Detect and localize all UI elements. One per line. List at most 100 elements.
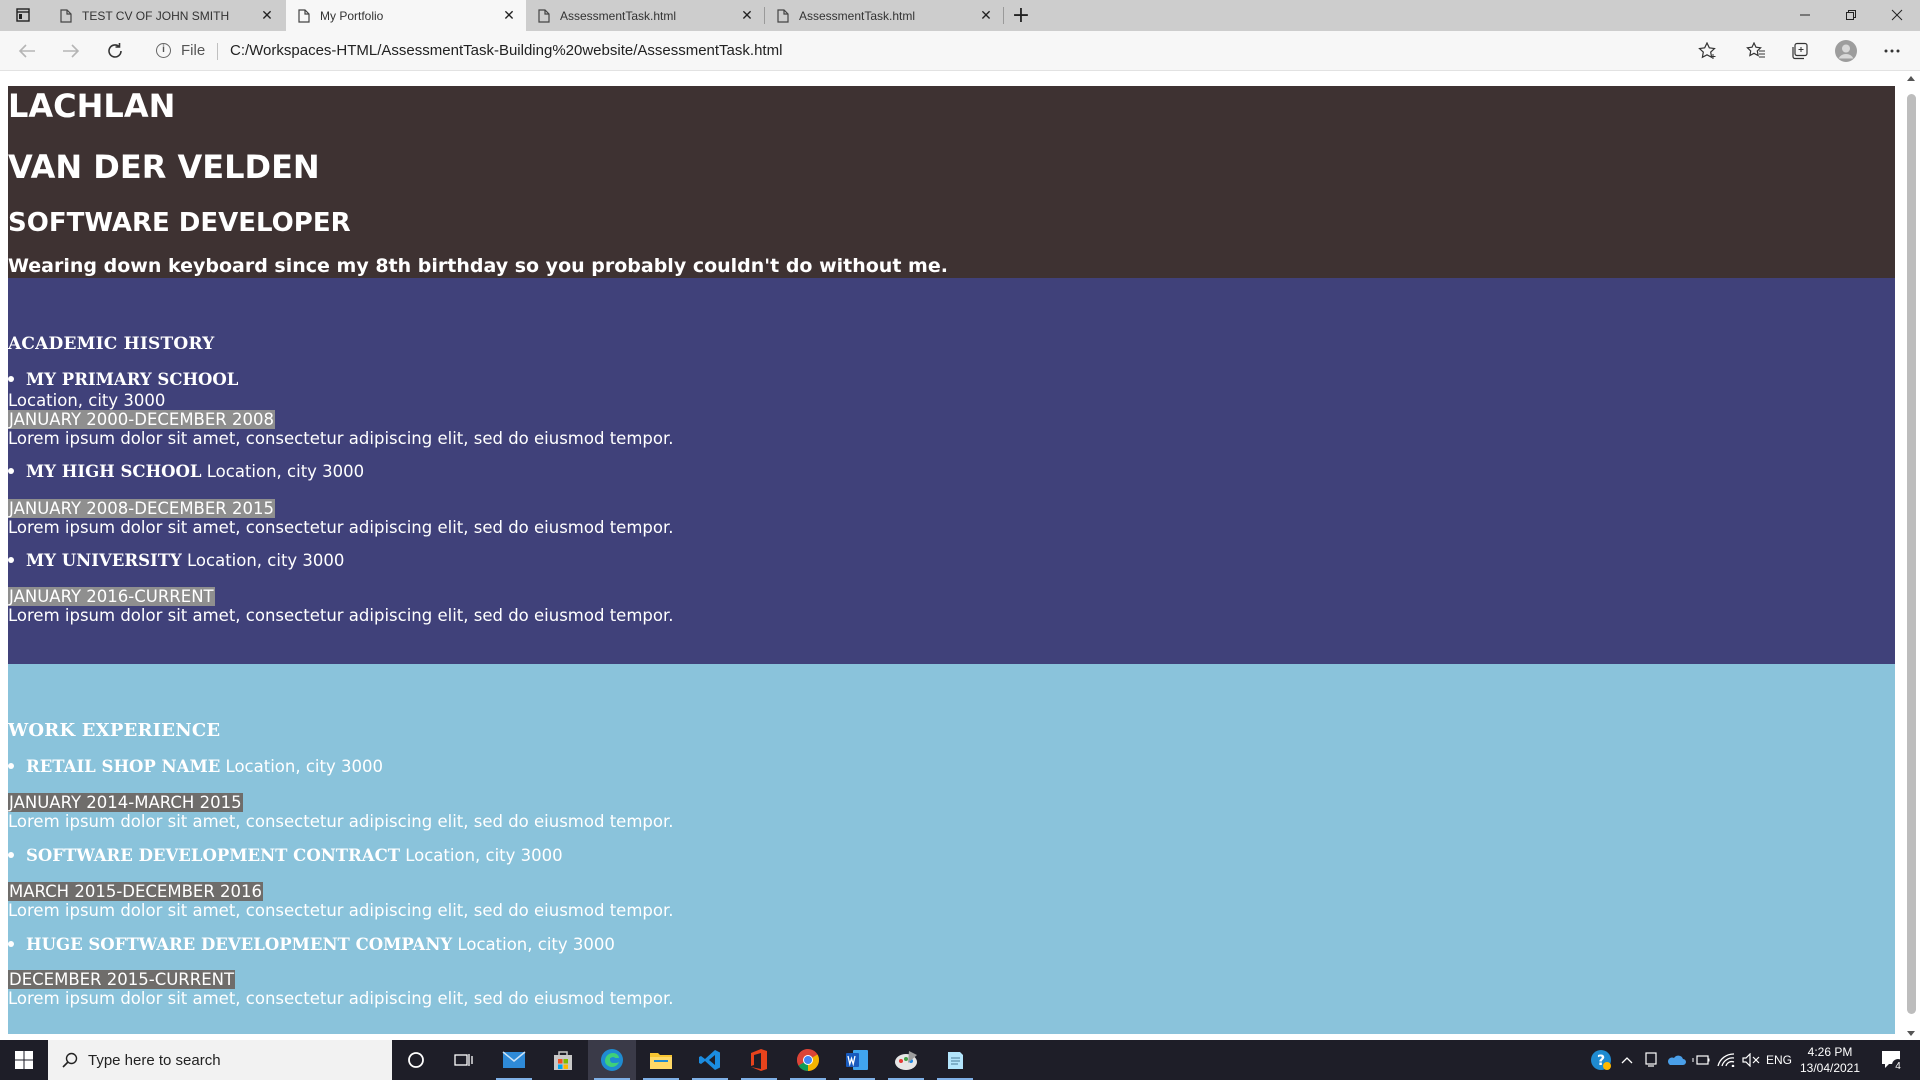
date-range: DECEMBER 2015-CURRENT [8,970,236,989]
bullet-icon [8,941,14,947]
tab-test-cv[interactable]: TEST CV OF JOHN SMITH ✕ [48,0,284,31]
word-icon[interactable] [833,1040,881,1080]
description-text: Lorem ipsum dolor sit amet, consectetur … [8,606,674,625]
volume-muted-icon[interactable] [1740,1040,1762,1080]
refresh-icon [108,43,122,58]
location-text: Location, city 3000 [405,846,563,865]
bullet-icon [8,763,14,769]
taskbar-search-input[interactable]: Type here to search [48,1040,392,1080]
tab-my-portfolio[interactable]: My Portfolio ✕ [286,0,526,31]
tagline: Wearing down keyboard since my 8th birth… [8,255,948,277]
close-tab-icon[interactable]: ✕ [975,7,997,24]
tab-assessment-task-1[interactable]: AssessmentTask.html ✕ [526,0,764,31]
date-range: JANUARY 2008-DECEMBER 2015 [8,499,276,518]
vertical-scrollbar[interactable] [1903,72,1920,1040]
description-text: Lorem ipsum dolor sit amet, consectetur … [8,812,674,831]
bullet-icon [8,468,14,474]
date-range: JANUARY 2000-DECEMBER 2008 [8,410,276,429]
refresh-button[interactable] [100,37,130,65]
forward-button[interactable] [56,37,86,65]
restore-button[interactable] [1828,0,1874,30]
work-experience-section: WORK EXPERIENCE RETAIL SHOP NAME Locatio… [8,664,1895,1034]
page-icon [538,8,550,23]
star-add-icon [1698,42,1716,59]
location-text: Location, city 3000 [206,462,365,481]
location-text: Location, city 3000 [187,551,345,570]
site-info-button[interactable]: i File [156,42,205,59]
close-tab-icon[interactable]: ✕ [736,7,758,24]
favorites-button[interactable] [1742,38,1770,64]
company-name: RETAIL SHOP NAME [26,757,221,776]
list-item: RETAIL SHOP NAME Location, city 3000 [8,757,383,777]
minimize-icon [1800,14,1810,16]
tab-separator [1003,7,1004,24]
location-text: Location, city 3000 [457,935,615,954]
new-tab-button[interactable]: + [1008,3,1034,29]
device-icon[interactable] [1640,1040,1662,1080]
close-window-button[interactable] [1874,0,1920,30]
school-name: MY PRIMARY SCHOOL [26,370,239,389]
action-center-button[interactable]: 4 [1872,1040,1912,1080]
last-name-heading: VAN DER VELDEN [8,148,320,186]
paint-icon[interactable] [882,1040,930,1080]
description-text: Lorem ipsum dolor sit amet, consectetur … [8,989,674,1008]
page-icon [777,8,789,23]
mail-icon[interactable] [490,1040,538,1080]
search-icon [62,1052,78,1068]
close-tab-icon[interactable]: ✕ [498,7,520,24]
tab-title: TEST CV OF JOHN SMITH [82,8,230,23]
notification-count: 4 [1895,1061,1901,1071]
show-hidden-icons-icon[interactable] [1616,1040,1638,1080]
store-icon[interactable] [539,1040,587,1080]
chrome-icon[interactable] [784,1040,832,1080]
notepad-icon[interactable] [931,1040,979,1080]
tab-title: My Portfolio [320,8,384,23]
vscode-icon[interactable] [686,1040,734,1080]
bullet-icon [8,557,14,563]
tab-assessment-task-2[interactable]: AssessmentTask.html ✕ [765,0,1003,31]
windows-logo-icon [15,1051,33,1069]
file-explorer-icon[interactable] [637,1040,685,1080]
scroll-down-icon[interactable] [1907,1031,1915,1036]
arrow-left-icon [18,44,35,58]
collections-button[interactable] [1786,38,1814,64]
url-field[interactable]: C:/Workspaces-HTML/AssessmentTask-Buildi… [230,42,782,59]
school-name: MY HIGH SCHOOL [26,462,202,481]
bullet-icon [8,852,14,858]
page-viewport: LACHLAN VAN DER VELDEN SOFTWARE DEVELOPE… [0,72,1920,1040]
tab-actions-icon[interactable] [10,5,36,25]
onedrive-icon[interactable] [1664,1040,1688,1080]
wifi-icon[interactable] [1714,1040,1738,1080]
scrollbar-thumb[interactable] [1907,94,1916,1014]
clock[interactable]: 4:26 PM 13/04/2021 [1790,1044,1870,1076]
settings-more-button[interactable] [1878,38,1906,64]
list-item: MY HIGH SCHOOL Location, city 3000 [8,462,364,482]
location-text: Location, city 3000 [225,757,383,776]
school-name: MY UNIVERSITY [26,551,182,570]
list-item: SOFTWARE DEVELOPMENT CONTRACT Location, … [8,846,563,866]
portfolio-page: LACHLAN VAN DER VELDEN SOFTWARE DEVELOPE… [8,86,1895,1034]
close-tab-icon[interactable]: ✕ [256,7,278,24]
address-bar: i File C:/Workspaces-HTML/AssessmentTask… [0,31,1920,71]
tab-title: AssessmentTask.html [560,8,677,23]
edge-icon[interactable] [588,1040,636,1080]
help-icon[interactable]: ? [1588,1040,1614,1080]
bullet-icon [8,376,14,382]
add-favorite-button[interactable] [1694,38,1722,64]
minimize-button[interactable] [1782,0,1828,30]
page-icon [60,8,72,23]
office-icon[interactable] [735,1040,783,1080]
battery-icon[interactable] [1690,1040,1712,1080]
description-text: Lorem ipsum dolor sit amet, consectetur … [8,429,674,448]
scroll-up-icon[interactable] [1907,76,1915,81]
task-view-icon[interactable] [440,1040,488,1080]
profile-button[interactable] [1832,38,1860,64]
favorites-icon [1746,42,1765,58]
start-button[interactable] [0,1040,48,1080]
back-button[interactable] [12,37,42,65]
section-title: WORK EXPERIENCE [8,720,221,741]
cortana-icon[interactable] [392,1040,440,1080]
description-text: Lorem ipsum dolor sit amet, consectetur … [8,901,674,920]
location-text: Location, city 3000 [8,391,166,410]
list-item: HUGE SOFTWARE DEVELOPMENT COMPANY Locati… [8,935,615,955]
